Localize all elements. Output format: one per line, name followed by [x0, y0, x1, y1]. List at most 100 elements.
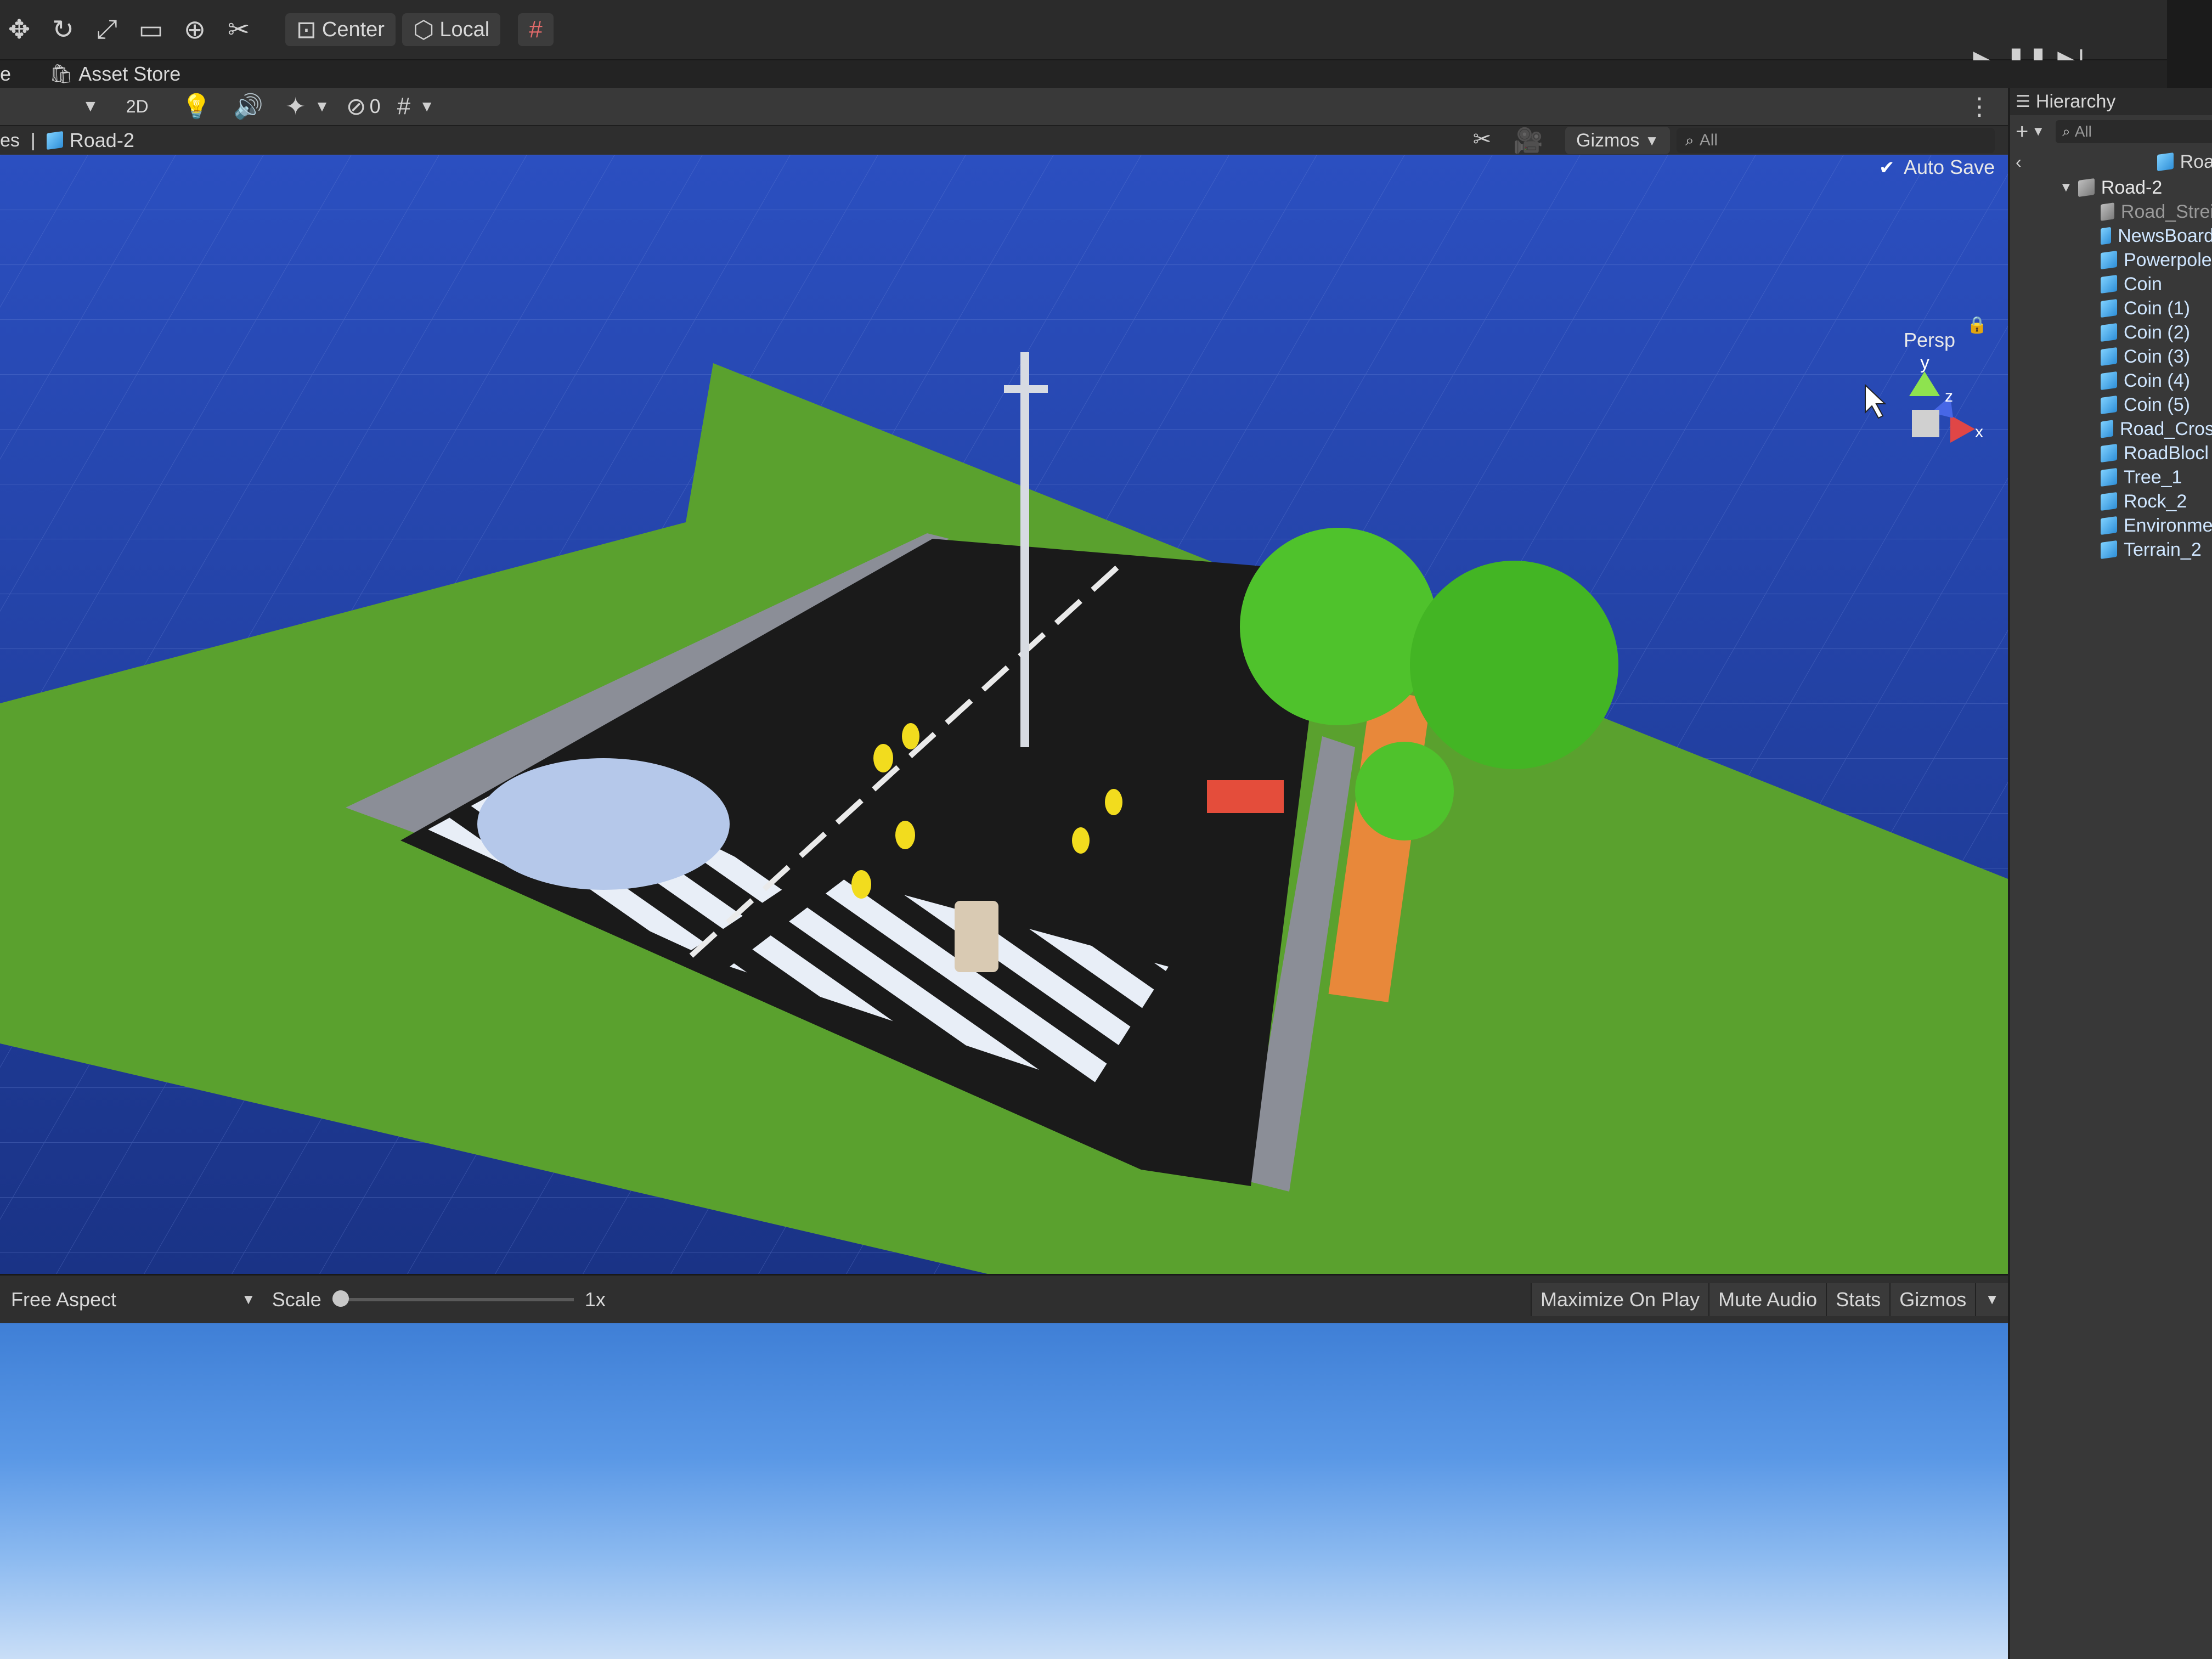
hierarchy-item[interactable]: Coin (1): [2101, 296, 2212, 320]
hierarchy-root-label: Road-2: [2101, 177, 2163, 198]
breadcrumb-separator: |: [30, 129, 36, 151]
hierarchy-list-icon: ☰: [2016, 92, 2030, 111]
game-gizmos-button[interactable]: Gizmos: [1889, 1283, 1976, 1316]
prefab-cube-icon: [2101, 347, 2117, 366]
mode-2d-button[interactable]: 2D: [126, 97, 149, 117]
prefab-cube-icon: [2101, 298, 2117, 318]
scale-label: Scale: [272, 1288, 321, 1311]
rect-tool-icon[interactable]: ▭: [132, 10, 170, 49]
breadcrumb-prefix[interactable]: es: [0, 130, 20, 151]
tools-icon[interactable]: ✂: [1473, 127, 1492, 152]
scene-gizmos-button[interactable]: Gizmos ▼: [1565, 127, 1670, 154]
visibility-icon[interactable]: ⊘: [346, 93, 366, 121]
lighting-icon[interactable]: 💡: [182, 92, 212, 121]
hierarchy-item-label: Tree_1: [2124, 466, 2182, 488]
hierarchy-search-icon: ⌕: [2062, 123, 2070, 139]
hierarchy-item[interactable]: Coin: [2101, 272, 2212, 296]
breadcrumb-current[interactable]: Road-2: [70, 129, 134, 152]
game-viewport[interactable]: [0, 1323, 2008, 1659]
tree-leaves-1: [1240, 528, 1437, 725]
hierarchy-item[interactable]: Terrain_2: [2101, 538, 2212, 562]
grid-icon[interactable]: #: [397, 93, 410, 120]
scene-header-cube-icon: [2157, 152, 2174, 172]
scale-slider[interactable]: [332, 1290, 574, 1307]
prefab-cube-icon: [2101, 467, 2117, 487]
auto-save-check-icon[interactable]: ✔: [1879, 157, 1895, 179]
hierarchy-item[interactable]: NewsBoard: [2101, 224, 2212, 248]
grid-dropdown-icon[interactable]: ▼: [419, 98, 435, 115]
space-local-button[interactable]: ⬡ Local: [402, 13, 501, 46]
stats-button[interactable]: Stats: [1826, 1283, 1890, 1316]
bag-icon: 🛍: [49, 64, 74, 84]
rotate-tool-icon[interactable]: ↻: [44, 10, 82, 49]
gizmo-center-cube[interactable]: [1912, 410, 1939, 437]
search-icon: ⌕: [1685, 131, 1694, 149]
hierarchy-item[interactable]: Rock_2: [2101, 489, 2212, 514]
hierarchy-panel: ☰ Hierarchy + ▼ ⌕ All ‹ Roa ▼ Road-2 Roa…: [2008, 88, 2212, 1659]
coin-1: [873, 744, 893, 772]
coin-3: [851, 870, 871, 899]
game-gizmos-dropdown-icon[interactable]: ▼: [1975, 1283, 2008, 1316]
tree-leaves-3: [1355, 742, 1454, 840]
prefab-cube-icon: [2101, 202, 2114, 221]
tab-asset-store[interactable]: Asset Store: [78, 63, 180, 86]
transform-tool-icon[interactable]: ⊕: [176, 10, 214, 49]
projection-toggle[interactable]: Persp: [1904, 329, 1955, 351]
effects-dropdown-icon[interactable]: ▼: [314, 98, 330, 115]
hierarchy-title[interactable]: Hierarchy: [2036, 91, 2115, 112]
hierarchy-item[interactable]: Coin (2): [2101, 320, 2212, 345]
hierarchy-item-label: Road_Cros: [2120, 418, 2212, 439]
hierarchy-search-field[interactable]: ⌕ All: [2056, 120, 2212, 143]
hierarchy-item[interactable]: Road_Cros: [2101, 417, 2212, 441]
shading-dropdown-icon[interactable]: ▼: [82, 97, 99, 116]
hierarchy-item-label: Coin: [2124, 273, 2162, 295]
scene-viewport[interactable]: y z x 🔒 Persp ✔ Auto Save: [0, 155, 2008, 1274]
hierarchy-item[interactable]: Road_Strei: [2101, 200, 2212, 224]
effects-icon[interactable]: ✦: [285, 93, 306, 121]
hierarchy-item[interactable]: Coin (4): [2101, 369, 2212, 393]
gizmo-axis-x: x: [1975, 423, 1983, 441]
hierarchy-item-label: Road_Strei: [2120, 201, 2212, 222]
custom-tool-icon[interactable]: ✂: [219, 10, 258, 49]
rock: [477, 758, 730, 890]
mute-audio-button[interactable]: Mute Audio: [1708, 1283, 1826, 1316]
aspect-dropdown[interactable]: Free Aspect: [11, 1288, 241, 1311]
prefab-cube-icon: [2101, 420, 2114, 438]
hierarchy-item-label: Rock_2: [2124, 490, 2187, 512]
pivot-icon: ⊡: [296, 16, 317, 43]
back-chevron-icon[interactable]: ‹: [2016, 152, 2022, 172]
camera-icon[interactable]: 🎥: [1513, 126, 1543, 155]
add-object-dropdown-icon[interactable]: ▼: [2032, 124, 2045, 139]
aspect-chevron-icon[interactable]: ▼: [241, 1291, 256, 1308]
pivot-label: Center: [321, 18, 385, 41]
hierarchy-item-label: Coin (4): [2124, 370, 2190, 391]
add-object-icon[interactable]: +: [2016, 120, 2028, 144]
hierarchy-item[interactable]: RoadBlocl: [2101, 441, 2212, 465]
hierarchy-item[interactable]: Tree_1: [2101, 465, 2212, 489]
scale-value: 1x: [584, 1288, 606, 1311]
scale-tool-icon[interactable]: ⤢: [88, 10, 126, 49]
auto-save-label: Auto Save: [1904, 156, 1995, 178]
grid-snap-icon: #: [529, 16, 543, 43]
expand-arrow-icon[interactable]: ▼: [2059, 180, 2073, 195]
space-label: Local: [439, 18, 490, 41]
hierarchy-item[interactable]: Environme: [2101, 514, 2212, 538]
lock-icon[interactable]: 🔒: [1967, 315, 1987, 335]
hierarchy-item[interactable]: Powerpole: [2101, 248, 2212, 272]
more-options-icon[interactable]: ⋮: [1967, 93, 1991, 121]
scene-search-field[interactable]: ⌕ All: [1677, 128, 1995, 153]
hierarchy-item[interactable]: Coin (3): [2101, 345, 2212, 369]
hierarchy-item-label: Environme: [2124, 515, 2212, 536]
hierarchy-root[interactable]: ▼ Road-2: [2010, 176, 2212, 200]
pivot-center-button[interactable]: ⊡ Center: [285, 13, 396, 46]
maximize-on-play-button[interactable]: Maximize On Play: [1531, 1283, 1709, 1316]
move-tool-icon[interactable]: ✥: [0, 10, 38, 49]
audio-icon[interactable]: 🔊: [233, 92, 263, 121]
grid-snap-button[interactable]: #: [518, 13, 554, 46]
scale-slider-handle[interactable]: [332, 1290, 349, 1307]
hierarchy-item[interactable]: Coin (5): [2101, 393, 2212, 417]
hierarchy-item-label: Coin (5): [2124, 394, 2190, 415]
tab-edge-label[interactable]: e: [0, 63, 11, 86]
scene-gizmos-label: Gizmos: [1576, 129, 1640, 151]
hierarchy-item-label: Powerpole: [2124, 249, 2212, 270]
